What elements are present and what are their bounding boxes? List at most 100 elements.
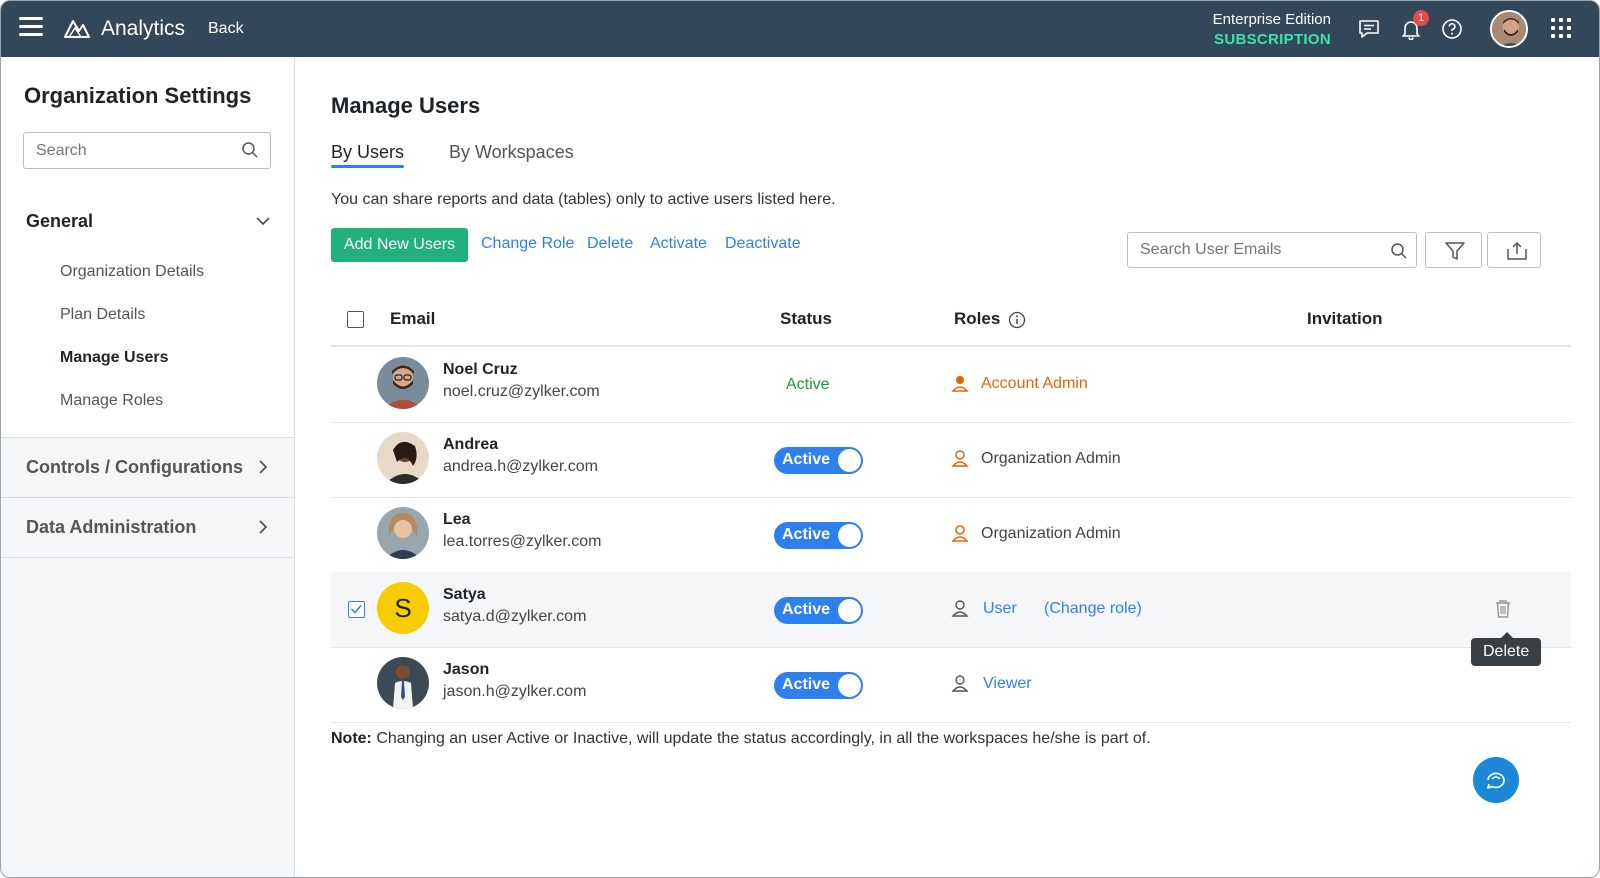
checkmark-icon [350, 605, 362, 614]
toggle-knob [838, 599, 861, 622]
row-checkbox-checked[interactable] [348, 601, 365, 618]
sidebar-item-organization-details[interactable]: Organization Details [60, 263, 204, 281]
table-row[interactable]: Jason jason.h@zylker.com Active Viewer [331, 647, 1571, 723]
delete-tooltip: Delete [1471, 632, 1542, 666]
profile-avatar[interactable] [1490, 10, 1528, 48]
filter-button[interactable] [1425, 232, 1482, 268]
status-toggle[interactable]: Active [774, 672, 863, 699]
chevron-right-icon[interactable] [259, 520, 268, 534]
avatar-letter: S [377, 582, 429, 634]
avatar [377, 357, 429, 409]
email-search-input[interactable] [1127, 232, 1417, 268]
table-row[interactable]: Lea lea.torres@zylker.com Active Organiz… [331, 497, 1571, 573]
status-toggle[interactable]: Active [774, 522, 863, 549]
subscription-link[interactable]: SUBSCRIPTION [1213, 30, 1331, 50]
export-button[interactable] [1487, 232, 1541, 268]
toggle-knob [838, 449, 861, 472]
select-all-checkbox[interactable] [347, 311, 364, 328]
table-row[interactable]: Andrea andrea.h@zylker.com Active Organi… [331, 422, 1571, 498]
sidebar-title: Organization Settings [24, 83, 252, 108]
sidebar-group-general-label[interactable]: General [26, 211, 93, 232]
menu-icon[interactable] [19, 17, 43, 39]
avatar [377, 507, 429, 559]
sidebar-group-controls[interactable]: Controls / Configurations [1, 438, 294, 498]
column-header-status[interactable]: Status [780, 309, 832, 329]
chat-icon [1487, 772, 1505, 789]
user-name: Jason [443, 661, 490, 678]
column-header-email[interactable]: Email [390, 309, 435, 329]
footer-note: Note: Changing an user Active or Inactiv… [331, 730, 1151, 748]
user-role-icon [951, 600, 969, 617]
note-label: Note: [331, 730, 372, 747]
change-role-link[interactable]: Change Role [481, 235, 574, 253]
viewer-role-icon [951, 675, 969, 692]
info-icon[interactable] [1008, 311, 1026, 329]
sidebar-search-input[interactable] [23, 132, 271, 169]
trash-icon[interactable] [1494, 599, 1512, 619]
chevron-right-icon[interactable] [259, 460, 268, 474]
user-photo [377, 357, 429, 409]
sidebar-item-manage-users[interactable]: Manage Users [60, 349, 169, 367]
status-toggle-label: Active [782, 451, 831, 468]
page-title: Manage Users [331, 93, 481, 118]
role-label[interactable]: Viewer [983, 675, 1032, 693]
toggle-knob [838, 674, 861, 697]
role-label: Organization Admin [981, 525, 1121, 542]
column-header-roles[interactable]: Roles [954, 309, 1000, 329]
column-header-invitation[interactable]: Invitation [1307, 309, 1383, 329]
table-row[interactable]: Noel Cruz noel.cruz@zylker.com Active Ac… [331, 347, 1571, 423]
user-photo [377, 507, 429, 559]
apps-grid-icon[interactable] [1551, 18, 1571, 38]
user-name: Lea [443, 511, 471, 528]
add-new-users-button[interactable]: Add New Users [331, 228, 468, 262]
toggle-knob [838, 524, 861, 547]
role-label[interactable]: Account Admin [981, 375, 1088, 393]
user-name: Noel Cruz [443, 361, 518, 378]
status-toggle[interactable]: Active [774, 597, 863, 624]
status-toggle[interactable]: Active [774, 447, 863, 474]
user-email: andrea.h@zylker.com [443, 458, 598, 475]
sidebar-group-controls-label[interactable]: Controls / Configurations [26, 457, 243, 478]
chevron-down-icon[interactable] [256, 217, 270, 226]
delete-link[interactable]: Delete [587, 235, 633, 253]
sidebar-item-plan-details[interactable]: Plan Details [60, 306, 145, 324]
note-text: Changing an user Active or Inactive, wil… [371, 730, 1151, 747]
app-window: Analytics Back Enterprise Edition SUBSCR… [0, 0, 1600, 878]
status-toggle-label: Active [782, 526, 831, 543]
sidebar-group-data-administration-label[interactable]: Data Administration [26, 517, 196, 538]
sidebar-group-general: General Organization Details Plan Detail… [1, 191, 294, 438]
activate-link[interactable]: Activate [650, 235, 707, 253]
tab-by-users[interactable]: By Users [331, 142, 405, 168]
help-icon[interactable] [1441, 18, 1463, 40]
chat-button[interactable] [1473, 757, 1519, 803]
table-row-selected[interactable]: S Satya satya.d@zylker.com Active User (… [331, 572, 1571, 648]
user-name: Satya [443, 586, 486, 603]
info-text: You can share reports and data (tables) … [331, 191, 836, 208]
user-photo [377, 432, 429, 484]
change-role-inline-link[interactable]: (Change role) [1044, 600, 1142, 618]
status-toggle-label: Active [782, 676, 831, 693]
user-name: Andrea [443, 436, 499, 453]
role-label[interactable]: User [983, 600, 1017, 618]
search-icon [1391, 243, 1407, 259]
tab-by-workspaces[interactable]: By Workspaces [449, 142, 574, 163]
status-toggle-label: Active [782, 601, 831, 618]
sidebar-item-manage-roles[interactable]: Manage Roles [60, 392, 163, 410]
organization-admin-icon [951, 450, 969, 467]
role-label: Organization Admin [981, 450, 1121, 467]
status-text: Active [786, 376, 830, 393]
deactivate-link[interactable]: Deactivate [725, 235, 801, 253]
profile-photo [1492, 12, 1526, 46]
sidebar: Organization Settings General Organizati… [1, 57, 295, 877]
analytics-logo-icon [64, 20, 90, 38]
notification-badge: 1 [1413, 10, 1429, 26]
top-bar: Analytics Back Enterprise Edition SUBSCR… [1, 1, 1599, 57]
sidebar-group-data-administration[interactable]: Data Administration [1, 498, 294, 558]
main-content: Manage Users By Users By Workspaces You … [296, 57, 1599, 877]
back-link[interactable]: Back [208, 20, 244, 38]
filter-icon [1445, 242, 1465, 260]
sidebar-header: Organization Settings [1, 57, 294, 191]
user-email: satya.d@zylker.com [443, 608, 587, 625]
feedback-icon[interactable] [1358, 19, 1380, 39]
organization-admin-icon [951, 525, 969, 542]
